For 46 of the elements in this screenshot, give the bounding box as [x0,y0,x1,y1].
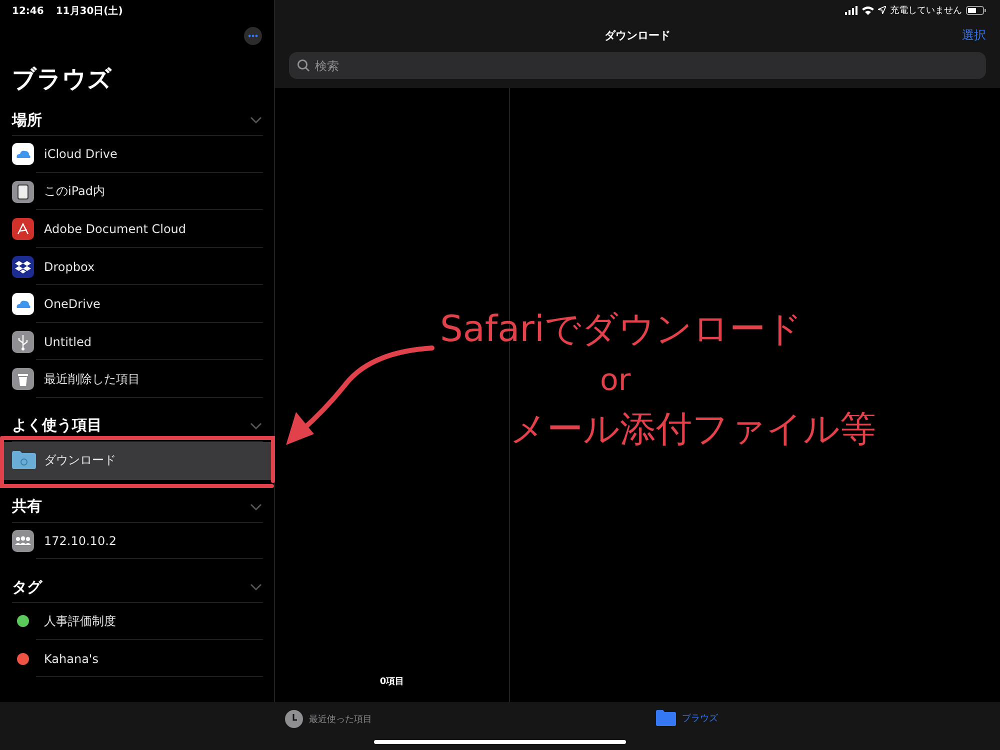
open-box-icon [12,256,34,278]
search-icon [297,59,310,72]
folder-icon [656,710,676,726]
more-icon[interactable] [244,27,262,45]
section-title: タグ [12,578,42,596]
wifi-icon [862,6,874,14]
sidebar-title: ブラウズ [12,65,113,93]
sidebar-item[interactable]: 172.10.10.2 [0,522,274,560]
charging-status: 充電していません [890,4,962,16]
sidebar-item[interactable]: 最近削除した項目 [0,361,274,398]
sidebar-item[interactable]: Kahana's [0,640,274,678]
pdf-icon [12,218,34,240]
sidebar-item[interactable]: Untitled [0,324,274,361]
folder-icon [12,451,36,469]
battery-icon [966,6,986,14]
search-field[interactable]: 検索 [289,52,986,79]
cloud-icon [12,293,34,316]
people-icon [12,530,34,552]
chevron-icon[interactable] [250,116,262,124]
sidebar-item[interactable]: 人事評価制度 [0,603,274,640]
tab-item[interactable]: ブラウズ [656,710,718,726]
location-arrow-icon [878,6,886,14]
clock-icon [285,710,303,728]
sidebar-item[interactable]: OneDrive [0,286,274,324]
clock-time: 12:46 [12,6,44,16]
section-title: よく使う項目 [12,416,102,435]
sidebar-item[interactable]: iCloud Drive [0,136,274,174]
tablet-icon [12,180,34,203]
folder-title: ダウンロード [604,28,670,42]
sidebar-item[interactable]: Adobe Document Cloud [0,211,274,248]
section-title: 場所 [12,110,42,130]
signal-icon [845,6,858,14]
section-title: 共有 [12,497,42,516]
sidebar-item[interactable]: このiPad内 [0,174,274,211]
tab-item[interactable]: 最近使った項目 [285,710,372,728]
chevron-icon[interactable] [250,502,262,510]
sidebar-item[interactable]: Dropbox [0,248,274,286]
chevron-icon[interactable] [250,583,262,591]
chevron-icon[interactable] [250,422,262,430]
trash-icon [12,368,34,390]
item-count: 0項目 [380,676,404,688]
handwritten-note: Safariでダウンロード or メール添付ファイル等 [440,312,877,448]
cloud-icon [12,143,34,166]
select-button[interactable]: 選択 [962,26,986,44]
status-date: 11月30日(土) [56,4,123,18]
usb-icon [12,330,34,353]
